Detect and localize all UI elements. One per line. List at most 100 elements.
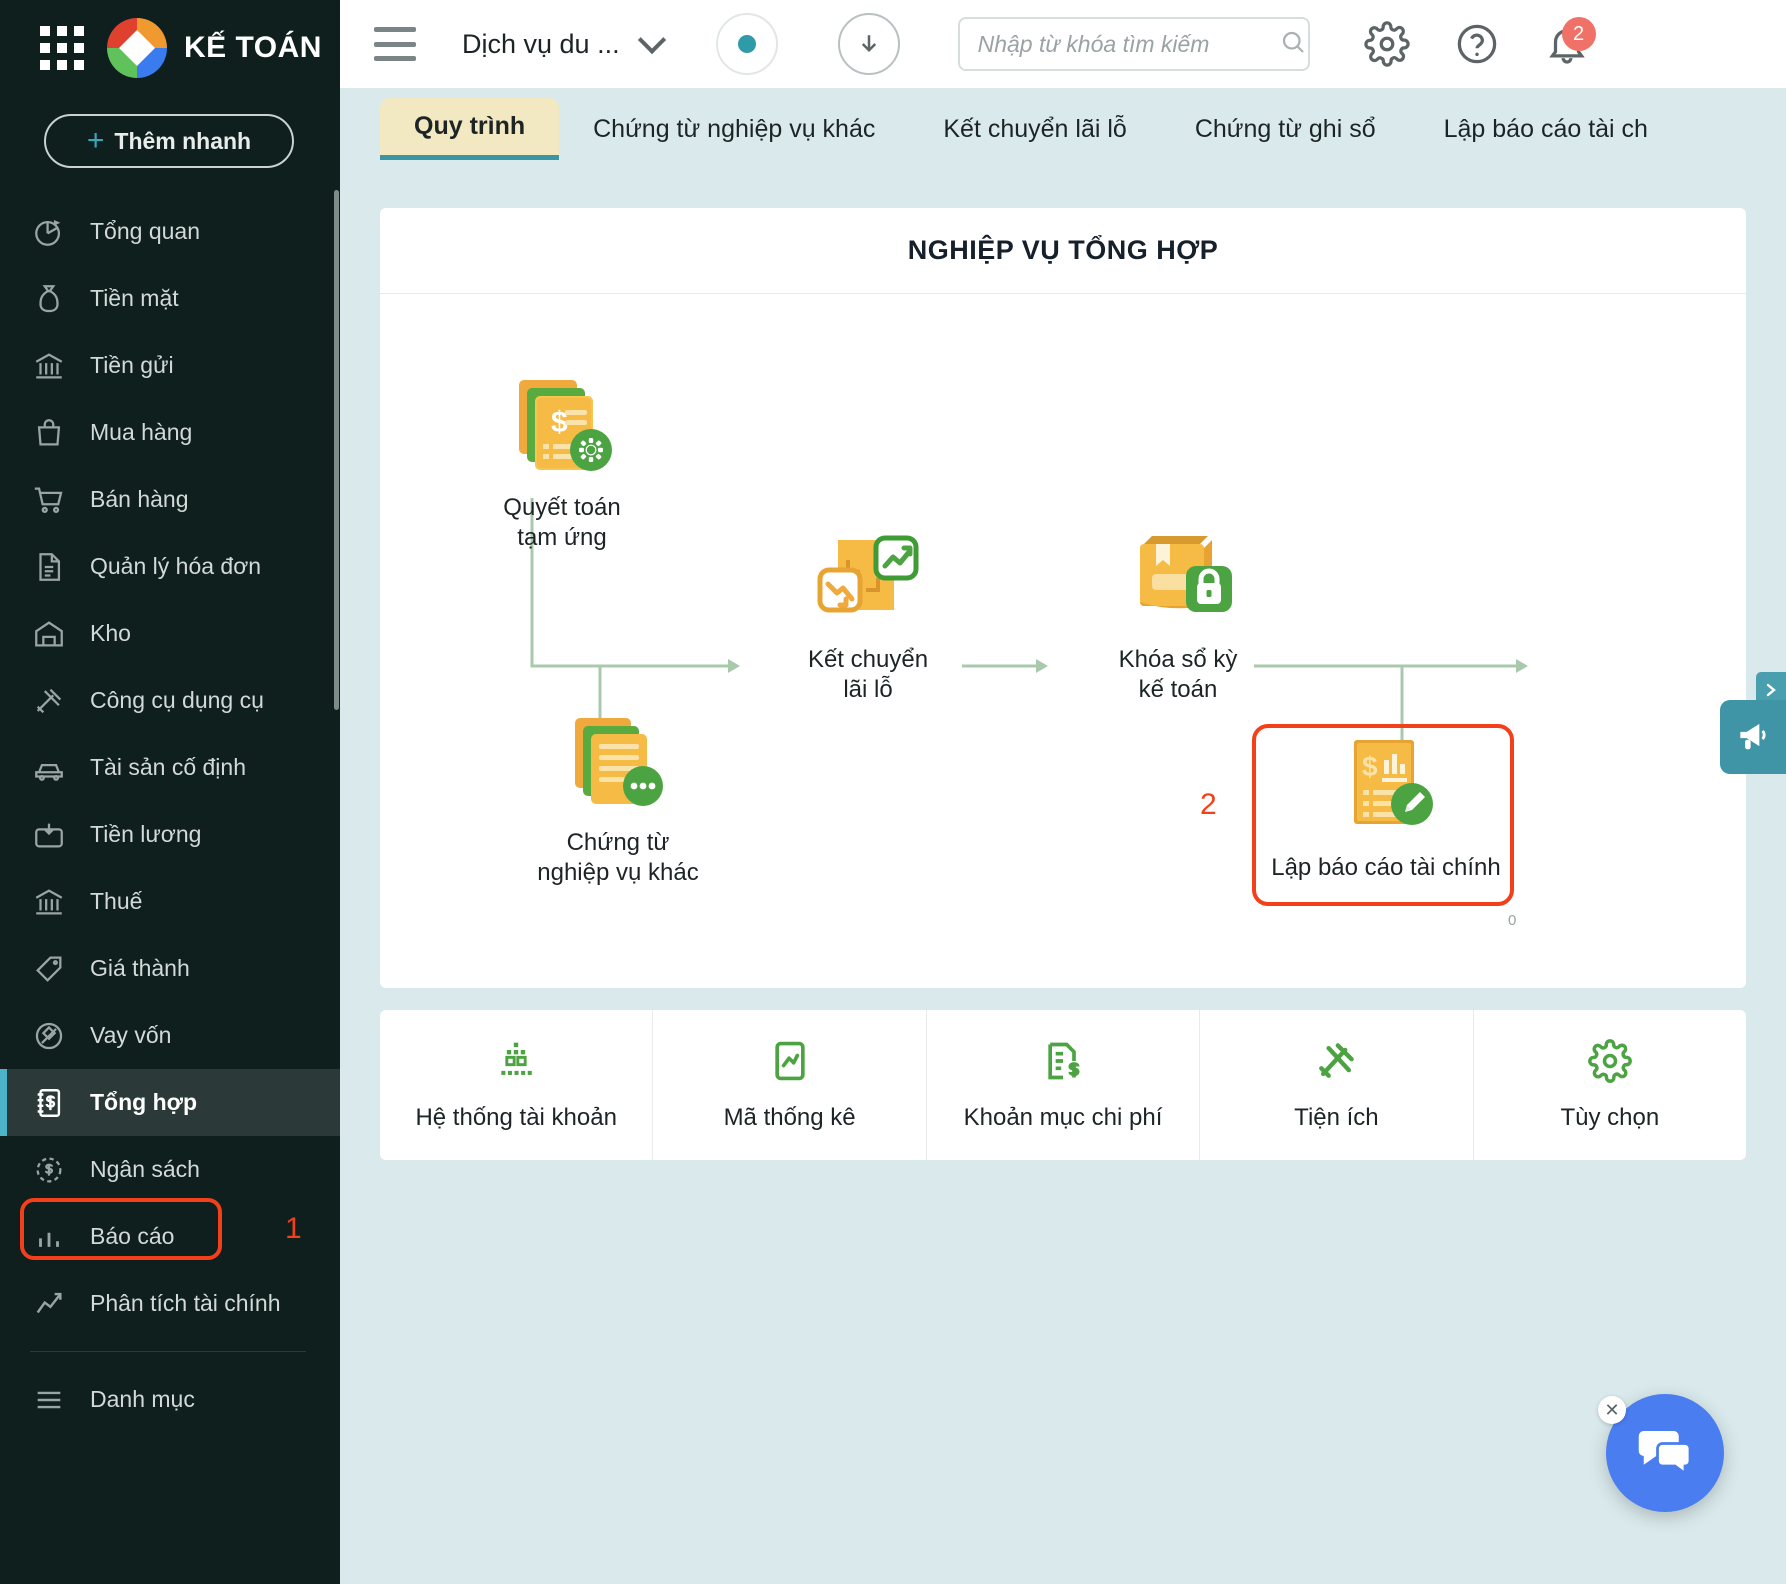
bar-chart-icon — [30, 1218, 68, 1256]
sidebar-item-label: Tài sản cố định — [90, 754, 246, 780]
pinwheel-logo-icon — [106, 17, 168, 79]
grid-apps-icon[interactable] — [40, 26, 84, 70]
toolbar-item-tuy-chon[interactable]: Tùy chọn — [1474, 1010, 1746, 1160]
notification-badge: 2 — [1561, 17, 1596, 51]
org-selector[interactable]: Dịch vụ du ... — [462, 25, 666, 60]
sidebar-item-cong-cu-dung-cu[interactable]: Công cụ dụng cụ — [0, 667, 340, 734]
download-circle-icon[interactable] — [837, 13, 900, 75]
sidebar: KẾ TOÁN + Thêm nhanh Tổng quan Tiền mặt … — [0, 0, 340, 1584]
toolbar-item-label: Khoản mục chi phí — [963, 1103, 1163, 1131]
bank-icon — [30, 347, 68, 385]
bottom-strip — [340, 1570, 1786, 1584]
sidebar-item-label: Vay vốn — [90, 1022, 172, 1048]
megaphone-icon — [1734, 716, 1772, 759]
sidebar-item-label: Bán hàng — [90, 486, 189, 512]
bottom-toolbar: Hệ thống tài khoản Mã thống kê Khoản mục… — [380, 1010, 1746, 1160]
utilities-icon — [1314, 1039, 1358, 1088]
tax-bank-icon — [30, 883, 68, 921]
quick-add-label: Thêm nhanh — [114, 127, 252, 154]
sidebar-item-quan-ly-hoa-don[interactable]: Quản lý hóa đơn — [0, 533, 340, 600]
search-input[interactable] — [977, 30, 1278, 58]
main-area: Dịch vụ du ... Nhập từ khóa tìm kiếm 2 Q… — [340, 0, 1786, 1584]
toolbar-item-he-thong-tai-khoan[interactable]: Hệ thống tài khoản — [380, 1010, 654, 1160]
flow-node-label: Khóa sổ kỳ kế toán — [1118, 646, 1238, 703]
flow-node-label: Quyết toán tạm ứng — [503, 494, 621, 551]
trend-analysis-icon — [30, 1285, 68, 1323]
sidebar-item-label: Mua hàng — [90, 419, 193, 445]
status-dot-icon[interactable] — [715, 13, 778, 75]
flow-node-khoa-so-ky-ke-toan[interactable]: Khóa sổ kỳ kế toán — [1068, 526, 1288, 705]
sidebar-item-tien-mat[interactable]: Tiền mặt — [0, 265, 340, 332]
toolbar-item-khoan-muc-chi-phi[interactable]: Khoản mục chi phí — [927, 1010, 1201, 1160]
hamburger-icon[interactable] — [374, 27, 416, 61]
sidebar-item-bao-cao[interactable]: Báo cáo — [0, 1203, 340, 1270]
search-box[interactable] — [957, 17, 1310, 71]
close-icon: ✕ — [1604, 1399, 1620, 1420]
sidebar-item-tien-luong[interactable]: Tiền lương — [0, 801, 340, 868]
topbar: Dịch vụ du ... Nhập từ khóa tìm kiếm 2 — [340, 0, 1786, 88]
flow-node-label: Chứng từ nghiệp vụ khác — [537, 829, 699, 886]
ledger-dollar-icon — [30, 1084, 68, 1122]
sidebar-item-ban-hang[interactable]: Bán hàng — [0, 466, 340, 533]
process-panel: NGHIỆP VỤ TỔNG HỢP $ Quyết toán tạm ứng … — [380, 208, 1746, 988]
flow-node-label: Kết chuyển lãi lỗ — [807, 646, 929, 703]
quick-add-button[interactable]: + Thêm nhanh — [44, 114, 294, 168]
feedback-button[interactable] — [1720, 700, 1786, 774]
brand[interactable]: KẾ TOÁN — [106, 17, 322, 79]
loan-icon — [30, 1017, 68, 1055]
sidebar-item-label: Kho — [90, 620, 131, 646]
sidebar-nav: Tổng quan Tiền mặt Tiền gửi Mua hàng Bán… — [0, 198, 340, 1433]
sidebar-item-label: Tiền lương — [90, 821, 202, 847]
toolbar-item-label: Mã thống kê — [723, 1103, 856, 1131]
sidebar-item-tong-quan[interactable]: Tổng quan — [0, 198, 340, 265]
warehouse-icon — [30, 615, 68, 653]
flow-node-ket-chuyen-lai-lo[interactable]: Kết chuyển lãi lỗ — [758, 526, 978, 705]
sidebar-item-gia-thanh[interactable]: Giá thành — [0, 935, 340, 1002]
tab-lap-bao-cao-tai-chinh[interactable]: Lập báo cáo tài ch — [1410, 98, 1682, 160]
toolbar-item-label: Tiện ích — [1294, 1103, 1379, 1131]
period-lock-icon — [1140, 536, 1232, 612]
flow-node-chung-tu-nghiep-vu-khac[interactable]: Chứng từ nghiệp vụ khác — [498, 714, 738, 888]
chat-close-button[interactable]: ✕ — [1598, 1396, 1626, 1424]
sidebar-item-mua-hang[interactable]: Mua hàng — [0, 399, 340, 466]
tab-bar: Quy trình Chứng từ nghiệp vụ khác Kết ch… — [340, 88, 1786, 160]
price-tag-icon — [30, 950, 68, 988]
brand-name: KẾ TOÁN — [184, 31, 322, 64]
sidebar-item-phan-tich-tai-chinh[interactable]: Phân tích tài chính — [0, 1270, 340, 1337]
flow-node-quyet-toan-tam-ung[interactable]: $ Quyết toán tạm ứng — [462, 374, 662, 553]
search-icon[interactable] — [1278, 27, 1308, 62]
tab-ket-chuyen-lai-lo[interactable]: Kết chuyển lãi lỗ — [909, 98, 1160, 160]
sidebar-item-kho[interactable]: Kho — [0, 600, 340, 667]
list-icon — [30, 1381, 68, 1419]
tab-chung-tu-nghiep-vu-khac[interactable]: Chứng từ nghiệp vụ khác — [559, 98, 909, 160]
sidebar-item-vay-von[interactable]: Vay vốn — [0, 1002, 340, 1069]
other-voucher-icon — [575, 718, 663, 806]
options-gear-icon — [1587, 1038, 1632, 1088]
gear-icon[interactable] — [1356, 13, 1418, 75]
profit-loss-transfer-icon — [817, 535, 919, 613]
tab-quy-trinh[interactable]: Quy trình — [380, 98, 560, 160]
account-system-icon — [494, 1039, 538, 1088]
sidebar-item-ngan-sach[interactable]: Ngân sách — [0, 1136, 340, 1203]
annotation-box-2 — [1252, 724, 1514, 906]
sidebar-divider — [30, 1351, 306, 1352]
pie-chart-icon — [30, 213, 68, 251]
sidebar-item-danh-muc[interactable]: Danh mục — [0, 1366, 340, 1433]
invoice-document-icon — [30, 548, 68, 586]
sidebar-item-label: Công cụ dụng cụ — [90, 687, 264, 713]
sidebar-item-label: Ngân sách — [90, 1156, 200, 1182]
sidebar-item-tien-gui[interactable]: Tiền gửi — [0, 332, 340, 399]
chat-bubble-icon — [1635, 1421, 1695, 1486]
content-area: NGHIỆP VỤ TỔNG HỢP $ Quyết toán tạm ứng … — [340, 208, 1786, 1584]
toolbar-item-ma-thong-ke[interactable]: Mã thống kê — [653, 1010, 927, 1160]
sidebar-scrollbar[interactable] — [334, 190, 339, 710]
shopping-cart-icon — [30, 481, 68, 519]
sidebar-item-tong-hop[interactable]: Tổng hợp — [0, 1069, 340, 1136]
toolbar-item-tien-ich[interactable]: Tiện ích — [1200, 1010, 1474, 1160]
help-circle-icon[interactable] — [1446, 13, 1508, 75]
sidebar-item-tai-san-co-dinh[interactable]: Tài sản cố định — [0, 734, 340, 801]
bell-icon[interactable]: 2 — [1536, 13, 1598, 75]
sidebar-item-thue[interactable]: Thuế — [0, 868, 340, 935]
tab-chung-tu-ghi-so[interactable]: Chứng từ ghi sổ — [1161, 98, 1410, 160]
sidebar-item-label: Tổng quan — [90, 218, 200, 244]
